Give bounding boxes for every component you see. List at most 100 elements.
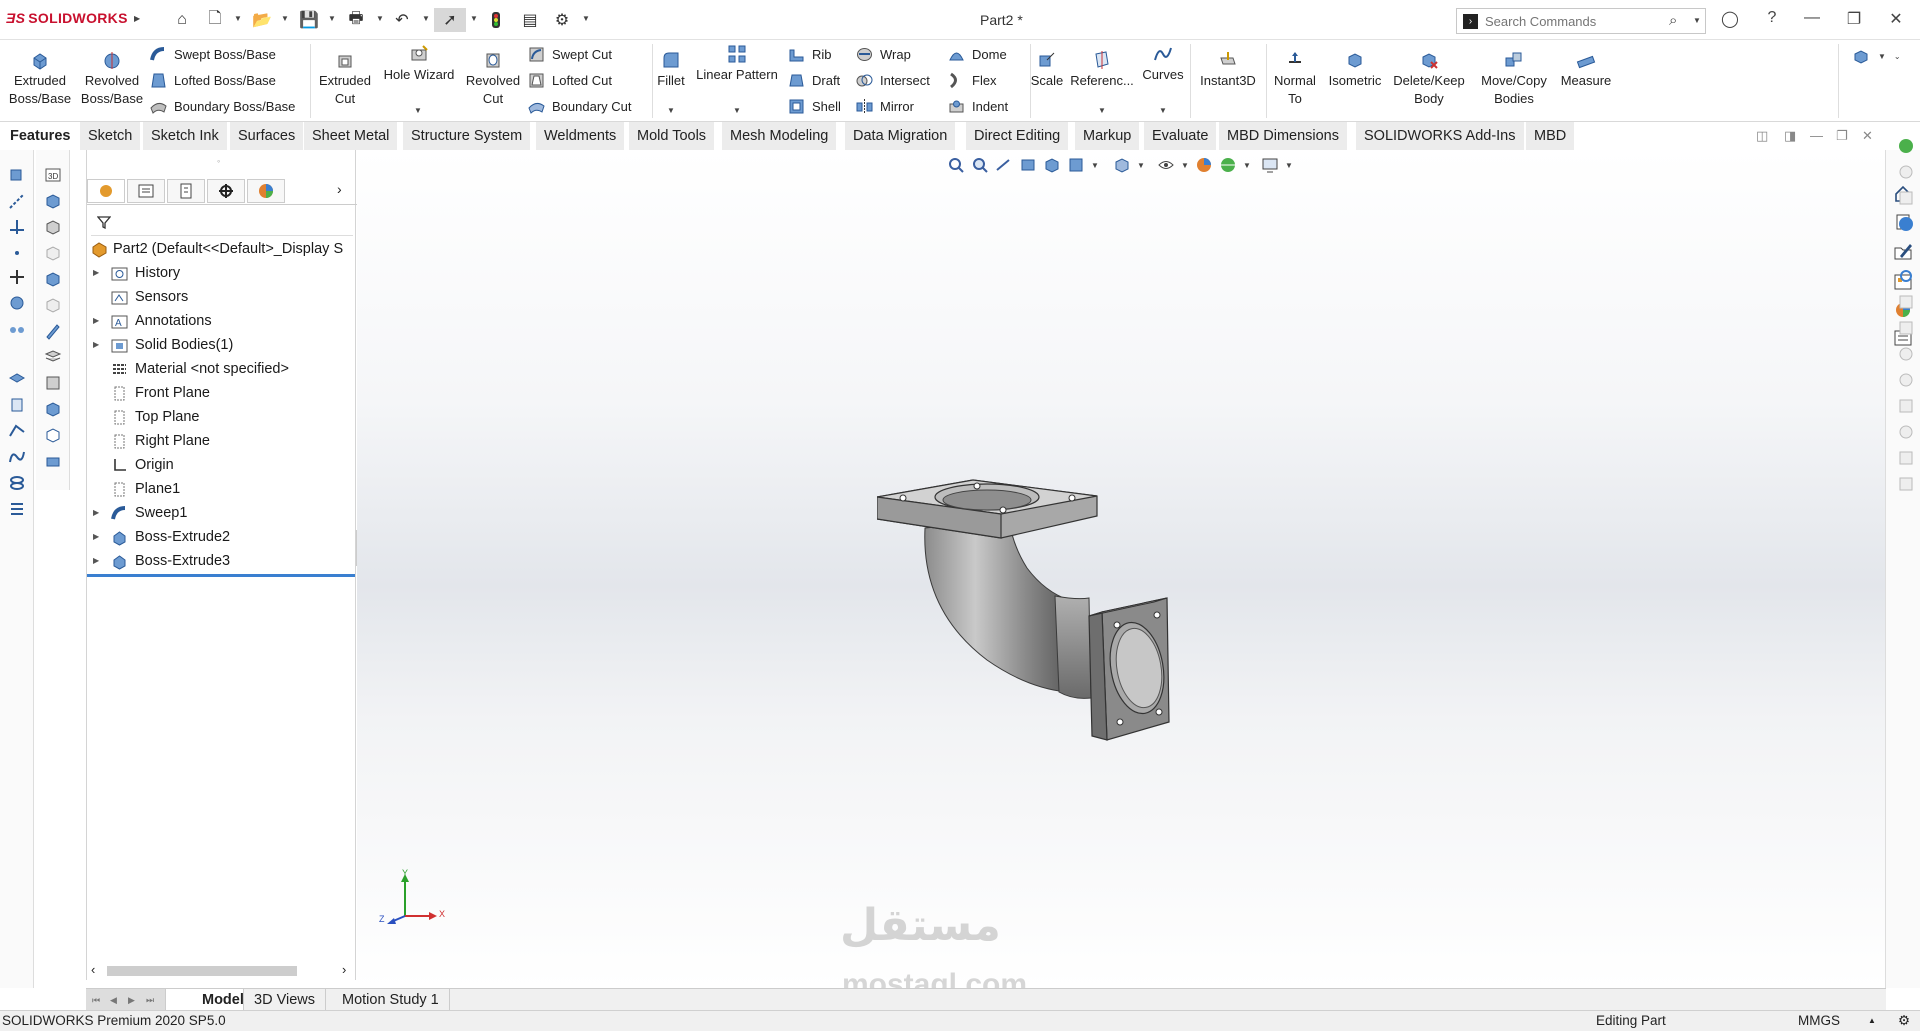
chevron-down-icon[interactable]: ▼	[1693, 16, 1701, 25]
minimize-icon[interactable]: —	[1800, 9, 1824, 27]
search-icon[interactable]: ⌕	[1669, 12, 1677, 29]
expand-arrow-icon[interactable]: ▶	[93, 310, 99, 332]
sphere-icon[interactable]	[1896, 344, 1916, 364]
property-manager-tab[interactable]	[127, 179, 165, 203]
linear-pattern-button[interactable]: Linear Pattern	[692, 44, 782, 84]
appearance-icon[interactable]	[1896, 136, 1916, 156]
swept-boss-button[interactable]: Swept Boss/Base	[150, 44, 276, 64]
help-icon[interactable]: ?	[1760, 9, 1784, 27]
dimxpert-manager-tab[interactable]	[207, 179, 245, 203]
tab-evaluate[interactable]: Evaluate	[1144, 122, 1218, 150]
crosshair-icon[interactable]	[1896, 266, 1916, 286]
tree-item-plane1[interactable]: Plane1	[87, 478, 357, 500]
surface-icon[interactable]	[8, 370, 26, 388]
feature-manager-tab[interactable]	[87, 179, 125, 203]
tab-mesh-modeling[interactable]: Mesh Modeling	[722, 122, 838, 150]
chevron-down-icon[interactable]: ▼	[582, 14, 590, 23]
display-style-icon[interactable]	[1113, 156, 1131, 174]
next-tab-icon[interactable]: ▶	[128, 989, 135, 1011]
sketch-icon[interactable]	[8, 166, 26, 184]
scroll-thumb[interactable]	[107, 966, 297, 976]
cube-icon[interactable]	[44, 400, 62, 418]
doc-minimize-icon[interactable]: —	[1810, 128, 1823, 143]
fillet-button[interactable]: Fillet	[654, 50, 688, 90]
panel-icon[interactable]: ◨	[1784, 128, 1796, 144]
chevron-down-icon[interactable]: ▼	[1137, 161, 1145, 170]
expand-arrow-icon[interactable]: ▶	[93, 262, 99, 284]
boundary-boss-button[interactable]: Boundary Boss/Base	[150, 96, 295, 116]
chevron-down-icon[interactable]: ▼	[1091, 161, 1099, 170]
horizontal-scrollbar[interactable]: ‹ ›	[87, 962, 357, 980]
view-orientation-icon[interactable]	[1067, 156, 1085, 174]
chevron-down-icon[interactable]: ▼	[1243, 161, 1251, 170]
move-copy-bodies-button[interactable]: Move/Copy Bodies	[1472, 50, 1556, 108]
tree-item-boss-extrude3[interactable]: ▶ Boss-Extrude3	[87, 550, 357, 572]
expand-arrow-icon[interactable]: ▶	[93, 334, 99, 356]
tree-filter[interactable]	[91, 208, 353, 236]
panel-grip-icon[interactable]: ◦	[217, 156, 220, 166]
chevron-down-icon[interactable]: ▼	[422, 14, 430, 23]
chevron-down-icon[interactable]: ▼	[1181, 161, 1189, 170]
boundary-icon[interactable]	[8, 422, 26, 440]
zoom-area-icon[interactable]	[971, 156, 989, 174]
tree-item-sweep1[interactable]: ▶ Sweep1	[87, 502, 357, 524]
tree-root-part[interactable]: Part2 (Default<<Default>_Display S	[87, 238, 357, 260]
file-properties-icon[interactable]: ▤	[518, 8, 542, 32]
instant3d-button[interactable]: Instant3D	[1194, 50, 1262, 90]
tab-motion-study-1[interactable]: Motion Study 1	[332, 989, 450, 1011]
delete-keep-body-button[interactable]: Delete/Keep Body	[1388, 50, 1470, 108]
revolved-cut-button[interactable]: Revolved Cut	[460, 50, 526, 108]
cube-icon[interactable]	[1896, 188, 1916, 208]
home-icon[interactable]: ⌂	[170, 8, 194, 32]
tab-surfaces[interactable]: Surfaces	[230, 122, 305, 150]
shell-button[interactable]: Shell	[788, 96, 841, 116]
sketch-rel-icon[interactable]	[1896, 162, 1916, 182]
draft-button[interactable]: Draft	[788, 70, 840, 90]
chevron-down-icon[interactable]: ▼	[470, 14, 478, 23]
doc-restore-icon[interactable]: ❐	[1836, 128, 1848, 144]
rebuild-traffic-light-icon[interactable]	[484, 8, 508, 32]
indent-button[interactable]: Indent	[948, 96, 1008, 116]
swept-cut-button[interactable]: Swept Cut	[528, 44, 612, 64]
normal-to-button[interactable]: Normal To	[1268, 50, 1322, 108]
chevron-down-icon[interactable]: ▼	[667, 106, 675, 115]
chevron-down-icon[interactable]: ▼	[234, 14, 242, 23]
sphere-icon[interactable]	[1896, 370, 1916, 390]
tab-structure-system[interactable]: Structure System	[403, 122, 532, 150]
tree-item-material[interactable]: Material <not specified>	[87, 358, 357, 380]
previous-view-icon[interactable]	[995, 156, 1013, 174]
tab-sketch-ink[interactable]: Sketch Ink	[143, 122, 228, 150]
chevron-down-icon[interactable]: ▼	[414, 106, 422, 115]
glasses-icon[interactable]	[8, 320, 26, 338]
expand-arrow-icon[interactable]: ▶	[93, 526, 99, 548]
isometric-button[interactable]: Isometric	[1324, 50, 1386, 90]
configuration-manager-tab[interactable]	[167, 179, 205, 203]
tab-navigation-arrows[interactable]: ⏮ ◀ ▶ ⏭	[86, 989, 166, 1011]
rollback-bar[interactable]	[87, 574, 355, 577]
tree-item-top-plane[interactable]: Top Plane	[87, 406, 357, 428]
tab-sketch[interactable]: Sketch	[80, 122, 142, 150]
cube-icon[interactable]	[44, 426, 62, 444]
tree-item-front-plane[interactable]: Front Plane	[87, 382, 357, 404]
coil-icon[interactable]	[8, 500, 26, 518]
extruded-cut-button[interactable]: Extruded Cut	[314, 50, 376, 108]
tab-data-migration[interactable]: Data Migration	[845, 122, 957, 150]
chevron-up-icon[interactable]: ▲	[1868, 1016, 1876, 1025]
hide-show-items-icon[interactable]	[1157, 156, 1175, 174]
cube-icon[interactable]	[1896, 396, 1916, 416]
apply-scene-icon[interactable]	[1219, 156, 1237, 174]
helix-icon[interactable]	[8, 474, 26, 492]
display-style-button[interactable]: ▼ ⌄	[1852, 46, 1901, 66]
chevron-down-icon[interactable]: ▼	[328, 14, 336, 23]
expand-arrow-icon[interactable]: ▶	[93, 550, 99, 572]
chevron-down-icon[interactable]: ▼	[281, 14, 289, 23]
rebuild-status-icon[interactable]: ⚙	[1898, 1013, 1910, 1029]
unit-system[interactable]: MMGS	[1798, 1013, 1840, 1028]
edit-icon[interactable]	[1896, 240, 1916, 260]
chevron-right-icon[interactable]: ›	[337, 181, 342, 197]
options-gear-icon[interactable]: ⚙	[550, 8, 574, 32]
print-icon[interactable]: 🖶	[344, 8, 368, 32]
tab-mbd[interactable]: MBD	[1526, 122, 1576, 150]
spline-icon[interactable]	[8, 448, 26, 466]
cube-icon[interactable]	[44, 218, 62, 236]
